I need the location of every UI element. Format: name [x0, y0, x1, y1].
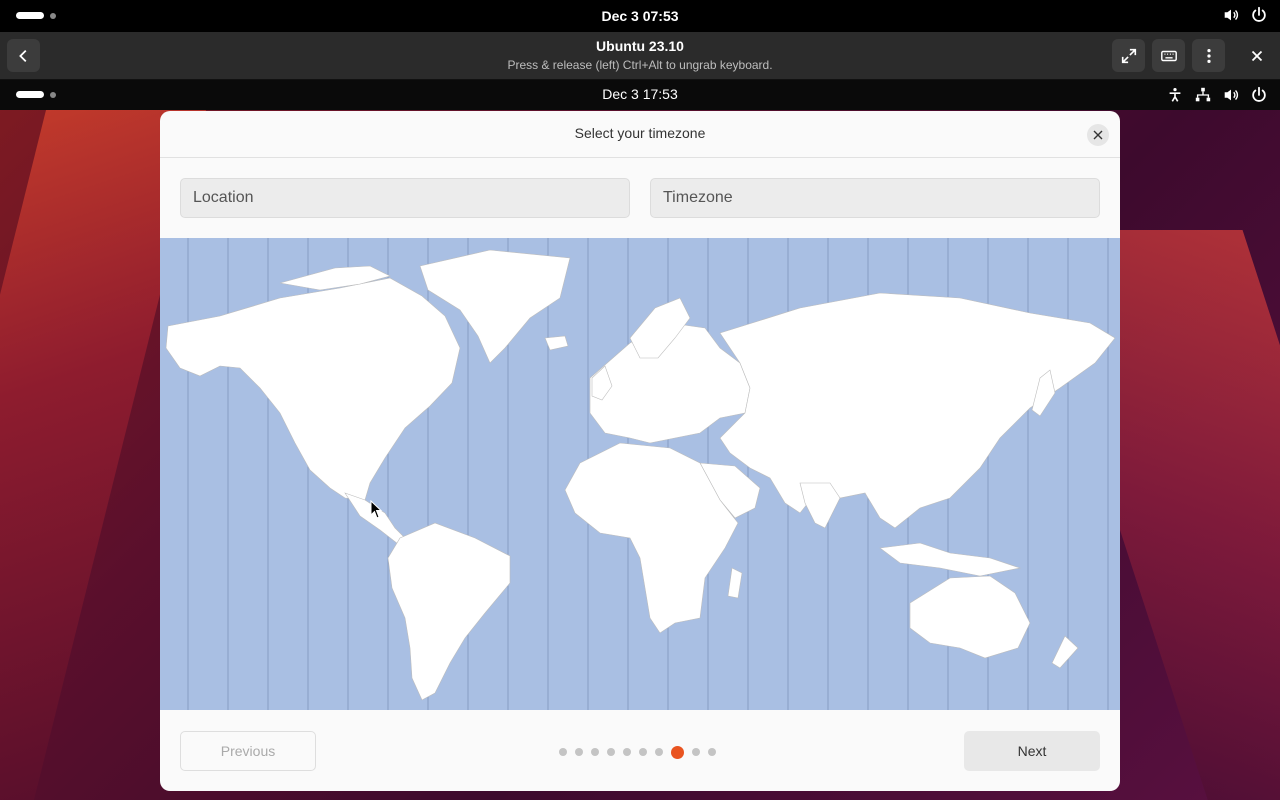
north-america: [165, 277, 461, 501]
next-button[interactable]: Next: [964, 731, 1100, 771]
south-america: [387, 522, 511, 701]
location-input[interactable]: [180, 178, 630, 218]
timezone-map[interactable]: [160, 238, 1120, 710]
page-dot: [607, 748, 615, 756]
close-icon: [1093, 130, 1103, 140]
indonesia: [879, 542, 1022, 577]
keyboard-button[interactable]: [1152, 39, 1185, 72]
power-icon[interactable]: [1250, 86, 1268, 104]
volume-icon[interactable]: [1222, 6, 1240, 24]
page-dot: [623, 748, 631, 756]
page-dot: [559, 748, 567, 756]
guest-clock[interactable]: Dec 3 17:53: [0, 86, 1280, 102]
menu-button[interactable]: [1192, 39, 1225, 72]
accessibility-icon[interactable]: [1166, 86, 1184, 104]
page-dot: [692, 748, 700, 756]
power-icon[interactable]: [1250, 6, 1268, 24]
fullscreen-button[interactable]: [1112, 39, 1145, 72]
mouse-cursor-icon: [370, 500, 383, 519]
timezone-dialog: Select your timezone Location Timezone P…: [160, 111, 1120, 791]
madagascar: [727, 567, 743, 599]
host-system-tray[interactable]: [1222, 6, 1268, 24]
australia: [909, 575, 1031, 659]
guest-system-tray[interactable]: [1166, 86, 1268, 104]
menu-icon: [1206, 48, 1211, 63]
asia: [719, 292, 1116, 529]
window-close-button[interactable]: [1240, 39, 1273, 72]
host-clock[interactable]: Dec 3 07:53: [0, 8, 1280, 24]
page-dot: [591, 748, 599, 756]
fullscreen-icon: [1121, 48, 1136, 63]
page-dot: [655, 748, 663, 756]
new-zealand: [1051, 635, 1079, 669]
previous-button[interactable]: Previous: [180, 731, 316, 771]
iceland: [544, 335, 569, 351]
page-indicator: [559, 745, 716, 759]
world-map[interactable]: [160, 238, 1120, 710]
vm-window-header: Ubuntu 23.10 Press & release (left) Ctrl…: [0, 32, 1280, 80]
timezone-input[interactable]: [650, 178, 1100, 218]
dialog-close-button[interactable]: [1087, 124, 1109, 146]
guest-top-bar: Dec 3 17:53: [0, 80, 1280, 110]
dialog-title: Select your timezone: [574, 125, 706, 141]
india: [799, 482, 841, 529]
page-dot: [639, 748, 647, 756]
close-icon: [1251, 50, 1262, 61]
volume-icon[interactable]: [1222, 86, 1240, 104]
divider: [160, 157, 1120, 158]
network-icon[interactable]: [1194, 86, 1212, 104]
page-dot: [708, 748, 716, 756]
host-top-bar: Dec 3 07:53: [0, 0, 1280, 32]
window-subtitle: Press & release (left) Ctrl+Alt to ungra…: [507, 58, 773, 72]
page-dot-active: [671, 745, 684, 759]
window-title: Ubuntu 23.10: [596, 38, 684, 54]
page-dot: [575, 748, 583, 756]
keyboard-icon: [1160, 50, 1177, 61]
